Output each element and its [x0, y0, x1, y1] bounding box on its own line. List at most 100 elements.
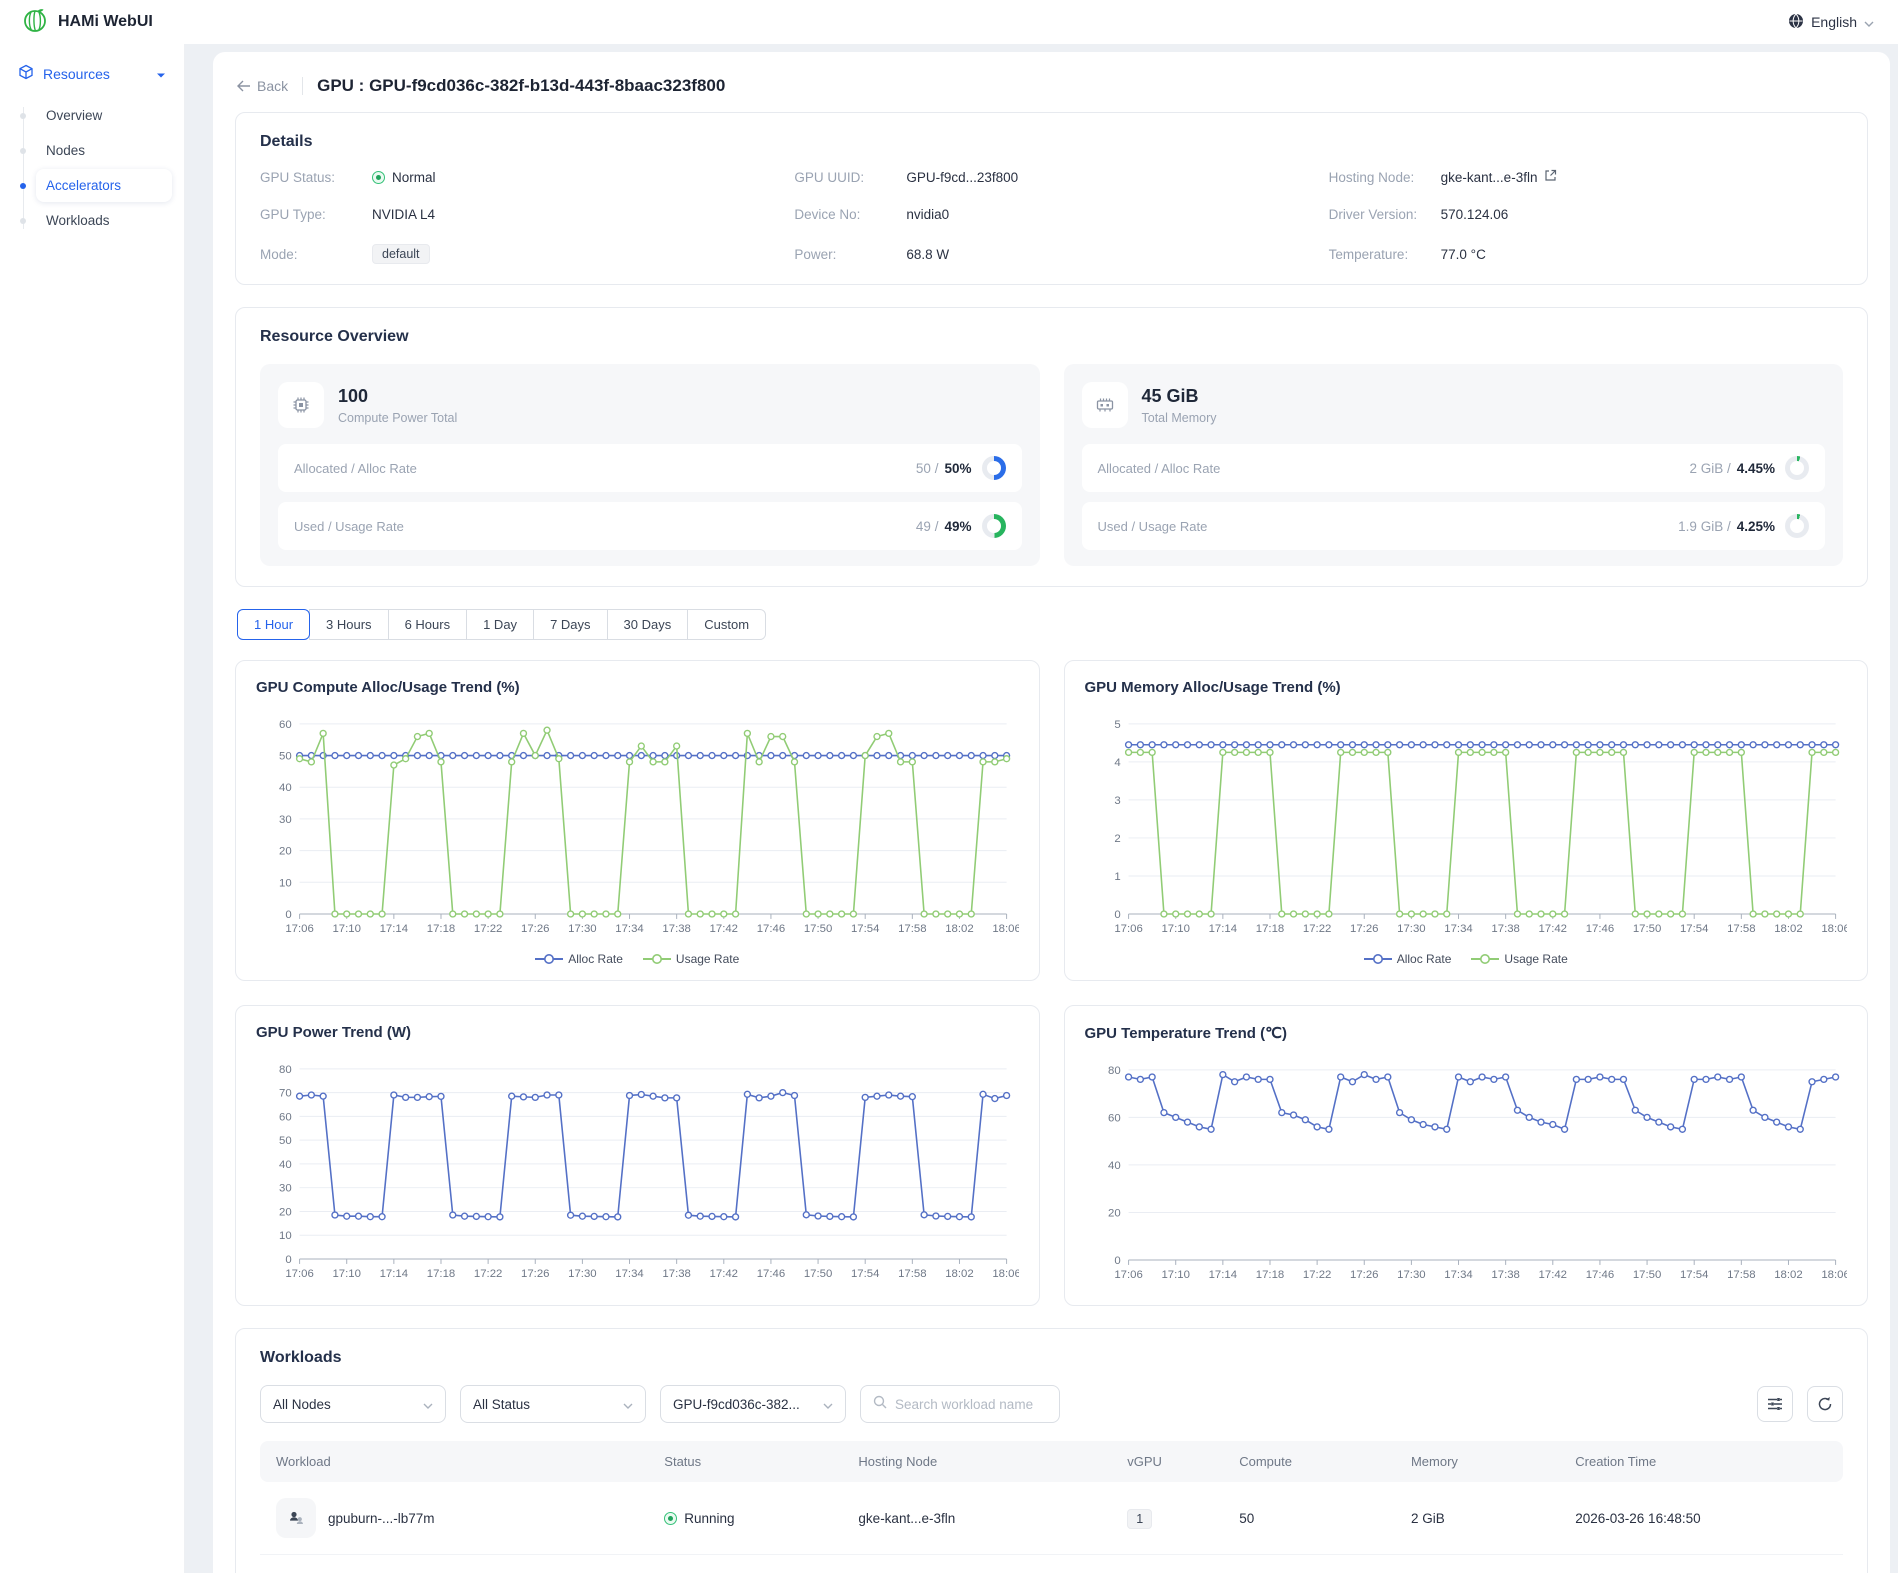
- cube-icon: [18, 64, 34, 83]
- sidebar-item-overview[interactable]: Overview: [36, 99, 172, 132]
- svg-text:17:54: 17:54: [851, 923, 879, 935]
- svg-text:1: 1: [1114, 871, 1120, 883]
- svg-text:30: 30: [279, 1182, 292, 1194]
- status-filter-select[interactable]: All Status: [460, 1385, 646, 1423]
- svg-text:17:14: 17:14: [380, 1267, 408, 1279]
- chart-title: GPU Power Trend (W): [256, 1024, 1019, 1041]
- svg-text:20: 20: [279, 846, 292, 858]
- column-settings-button[interactable]: [1757, 1386, 1793, 1422]
- svg-text:17:26: 17:26: [1350, 923, 1378, 935]
- progress-donut: [1785, 456, 1809, 480]
- svg-text:17:18: 17:18: [1255, 923, 1283, 935]
- legend-item-usage-rate[interactable]: Usage Rate: [643, 952, 739, 966]
- globe-icon: [1788, 13, 1804, 32]
- sidebar-item-label: Overview: [46, 108, 102, 123]
- svg-text:17:42: 17:42: [710, 1267, 738, 1279]
- sidebar-item-workloads[interactable]: Workloads: [36, 204, 172, 237]
- legend-item-usage-rate[interactable]: Usage Rate: [1471, 952, 1567, 966]
- svg-text:17:58: 17:58: [898, 923, 926, 935]
- workload-name[interactable]: gpuburn-...-lb77m: [328, 1511, 435, 1526]
- time-range-tabs: 1 Hour 3 Hours 6 Hours 1 Day 7 Days 30 D…: [237, 609, 1868, 640]
- svg-text:17:34: 17:34: [1444, 1268, 1472, 1280]
- svg-text:17:30: 17:30: [568, 1267, 596, 1279]
- sidebar-group-resources[interactable]: Resources: [12, 58, 172, 89]
- sidebar-item-label: Accelerators: [46, 178, 121, 193]
- line-chart: 0102030405060708017:0617:1017:1417:1817:…: [256, 1055, 1019, 1291]
- chart-title: GPU Compute Alloc/Usage Trend (%): [256, 679, 1019, 696]
- sidebar-items: Overview Nodes Accelerators Workloads: [12, 99, 172, 237]
- svg-text:17:22: 17:22: [1302, 1268, 1330, 1280]
- sidebar-item-nodes[interactable]: Nodes: [36, 134, 172, 167]
- gpu-filter-select[interactable]: GPU-f9cd036c-382...: [660, 1385, 846, 1423]
- svg-text:17:34: 17:34: [615, 1267, 643, 1279]
- tab-3-hours[interactable]: 3 Hours: [309, 609, 389, 640]
- svg-text:17:38: 17:38: [1491, 1268, 1519, 1280]
- svg-text:17:06: 17:06: [285, 1267, 313, 1279]
- workloads-table: Workload Status Hosting Node vGPU Comput…: [260, 1441, 1843, 1555]
- memory-allocated-row: Allocated / Alloc Rate 2 GiB / 4.45%: [1082, 444, 1826, 492]
- table-header: Workload Status Hosting Node vGPU Comput…: [260, 1441, 1843, 1482]
- back-label: Back: [257, 78, 288, 94]
- field-gpu-uuid: GPU UUID: GPU-f9cd...23f800: [794, 169, 1308, 185]
- field-label: Temperature:: [1329, 247, 1441, 262]
- search-icon: [873, 1395, 887, 1414]
- field-value: Normal: [392, 170, 436, 185]
- tab-1-hour[interactable]: 1 Hour: [237, 609, 310, 640]
- chart-title: GPU Memory Alloc/Usage Trend (%): [1085, 679, 1848, 696]
- svg-text:17:38: 17:38: [662, 923, 690, 935]
- svg-text:17:10: 17:10: [1161, 1268, 1189, 1280]
- svg-text:0: 0: [285, 909, 291, 921]
- svg-text:20: 20: [1108, 1207, 1121, 1219]
- chart-legend: Alloc Rate Usage Rate: [1085, 952, 1848, 966]
- sidebar-item-label: Nodes: [46, 143, 85, 158]
- svg-text:40: 40: [279, 1159, 292, 1171]
- tab-1-day[interactable]: 1 Day: [466, 609, 534, 640]
- svg-text:20: 20: [279, 1206, 292, 1218]
- tab-30-days[interactable]: 30 Days: [607, 609, 689, 640]
- back-button[interactable]: Back: [237, 78, 288, 94]
- memory-subtitle: Total Memory: [1142, 411, 1217, 425]
- svg-text:17:22: 17:22: [1302, 923, 1330, 935]
- col-creation-time: Creation Time: [1559, 1441, 1843, 1482]
- sidebar-group-label: Resources: [43, 66, 110, 82]
- tab-6-hours[interactable]: 6 Hours: [388, 609, 468, 640]
- field-mode: Mode: default: [260, 244, 774, 264]
- refresh-icon: [1817, 1396, 1833, 1412]
- status-running-icon: [664, 1512, 677, 1525]
- table-row[interactable]: gpuburn-...-lb77m Running gke-kant...e-3…: [260, 1482, 1843, 1555]
- svg-text:17:10: 17:10: [332, 1267, 360, 1279]
- chevron-down-icon: [823, 1397, 833, 1412]
- app-title: HAMi WebUI: [58, 13, 153, 31]
- svg-text:17:10: 17:10: [1161, 923, 1189, 935]
- svg-text:17:38: 17:38: [662, 1267, 690, 1279]
- topbar: HAMi WebUI English: [0, 0, 1898, 44]
- chart-title: GPU Temperature Trend (℃): [1085, 1024, 1848, 1042]
- svg-text:17:42: 17:42: [1538, 923, 1566, 935]
- language-selector[interactable]: English: [1788, 13, 1874, 32]
- legend-item-alloc-rate[interactable]: Alloc Rate: [1364, 952, 1452, 966]
- sidebar-item-accelerators[interactable]: Accelerators: [36, 169, 172, 202]
- row-hosting-node: gke-kant...e-3fln: [842, 1495, 1111, 1542]
- search-input[interactable]: [895, 1397, 1047, 1412]
- field-value: NVIDIA L4: [372, 207, 435, 222]
- row-compute: 50: [1223, 1495, 1395, 1542]
- node-filter-select[interactable]: All Nodes: [260, 1385, 446, 1423]
- field-value: nvidia0: [906, 207, 949, 222]
- line-chart: 010203040506017:0617:1017:1417:1817:2217…: [256, 710, 1019, 966]
- svg-text:17:46: 17:46: [1585, 1268, 1613, 1280]
- progress-donut: [982, 456, 1006, 480]
- svg-text:17:22: 17:22: [474, 1267, 502, 1279]
- external-link-icon[interactable]: [1544, 169, 1557, 185]
- svg-text:30: 30: [279, 814, 292, 826]
- tab-custom[interactable]: Custom: [687, 609, 766, 640]
- compute-used-row: Used / Usage Rate 49 / 49%: [278, 502, 1022, 550]
- row-value: 49: [916, 519, 931, 534]
- field-label: GPU Status:: [260, 170, 372, 185]
- tab-7-days[interactable]: 7 Days: [533, 609, 607, 640]
- svg-text:17:54: 17:54: [851, 1267, 879, 1279]
- refresh-button[interactable]: [1807, 1386, 1843, 1422]
- row-percent: 49%: [944, 519, 971, 534]
- legend-item-alloc-rate[interactable]: Alloc Rate: [535, 952, 623, 966]
- svg-text:0: 0: [1114, 909, 1120, 921]
- chart-legend: Alloc Rate Usage Rate: [256, 952, 1019, 966]
